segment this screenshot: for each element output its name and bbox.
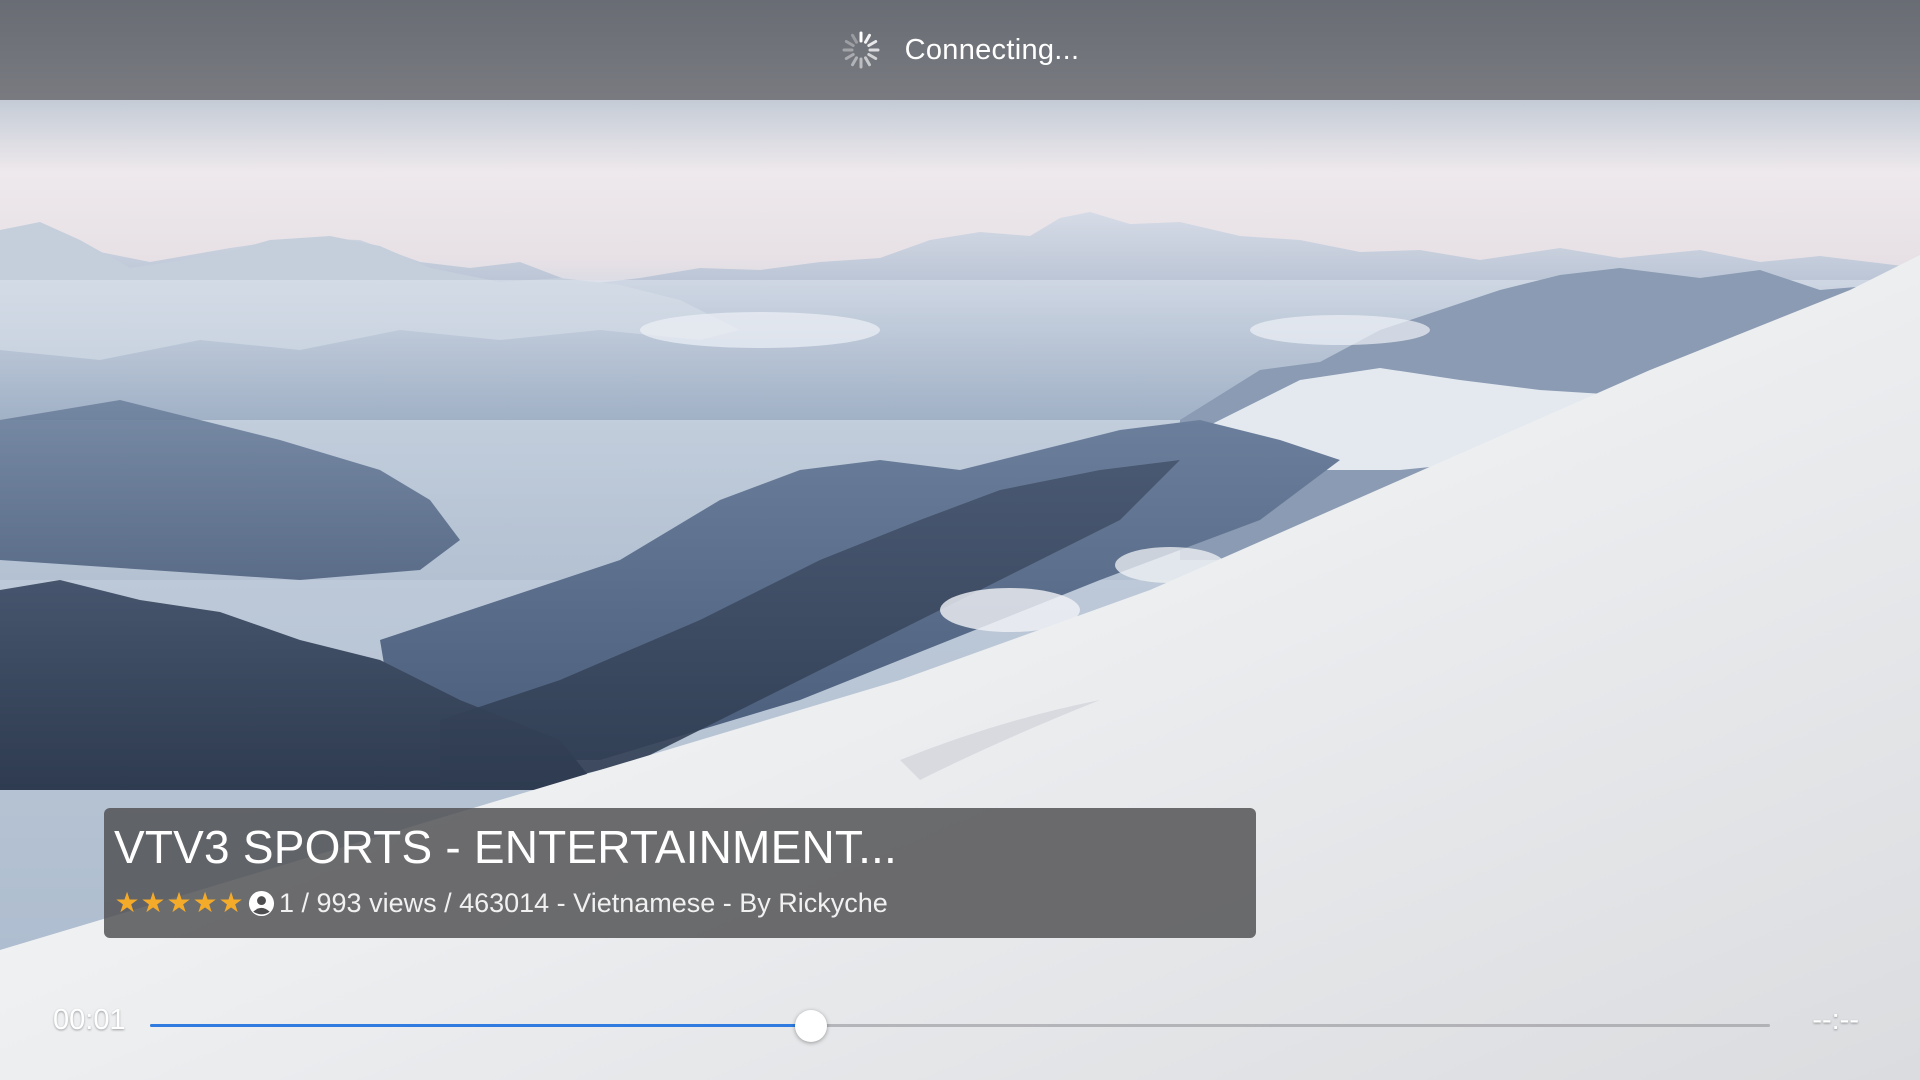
star-icon: ★ bbox=[166, 887, 192, 918]
star-icon: ★ bbox=[140, 887, 166, 918]
progress-track[interactable] bbox=[150, 1024, 1770, 1027]
status-bar: Connecting... bbox=[0, 0, 1920, 100]
rating-stars: ★ ★ ★ ★ ★ bbox=[114, 889, 244, 917]
connecting-status: Connecting... bbox=[904, 33, 1080, 66]
star-icon: ★ bbox=[218, 887, 244, 918]
elapsed-time: 00:01 bbox=[53, 1004, 126, 1036]
channel-meta-row: ★ ★ ★ ★ ★ 1 / 993 views / 463014 - Vietn… bbox=[114, 886, 1246, 920]
scrubber-handle[interactable] bbox=[794, 1010, 827, 1042]
channel-title: VTV3 SPORTS - ENTERTAINMENT... bbox=[114, 821, 898, 873]
star-icon: ★ bbox=[192, 887, 218, 918]
player-screen: Connecting... VTV3 SPORTS - ENTERTAINMEN… bbox=[0, 0, 1920, 1080]
remaining-time: --:-- bbox=[1812, 1004, 1859, 1036]
progress-fill bbox=[150, 1024, 811, 1027]
star-icon: ★ bbox=[114, 887, 140, 918]
channel-info-panel: VTV3 SPORTS - ENTERTAINMENT... ★ ★ ★ ★ ★… bbox=[104, 808, 1256, 938]
user-icon bbox=[248, 890, 275, 916]
channel-meta: 1 / 993 views / 463014 - Vietnamese - By… bbox=[279, 887, 888, 918]
spinner-icon bbox=[842, 31, 880, 69]
